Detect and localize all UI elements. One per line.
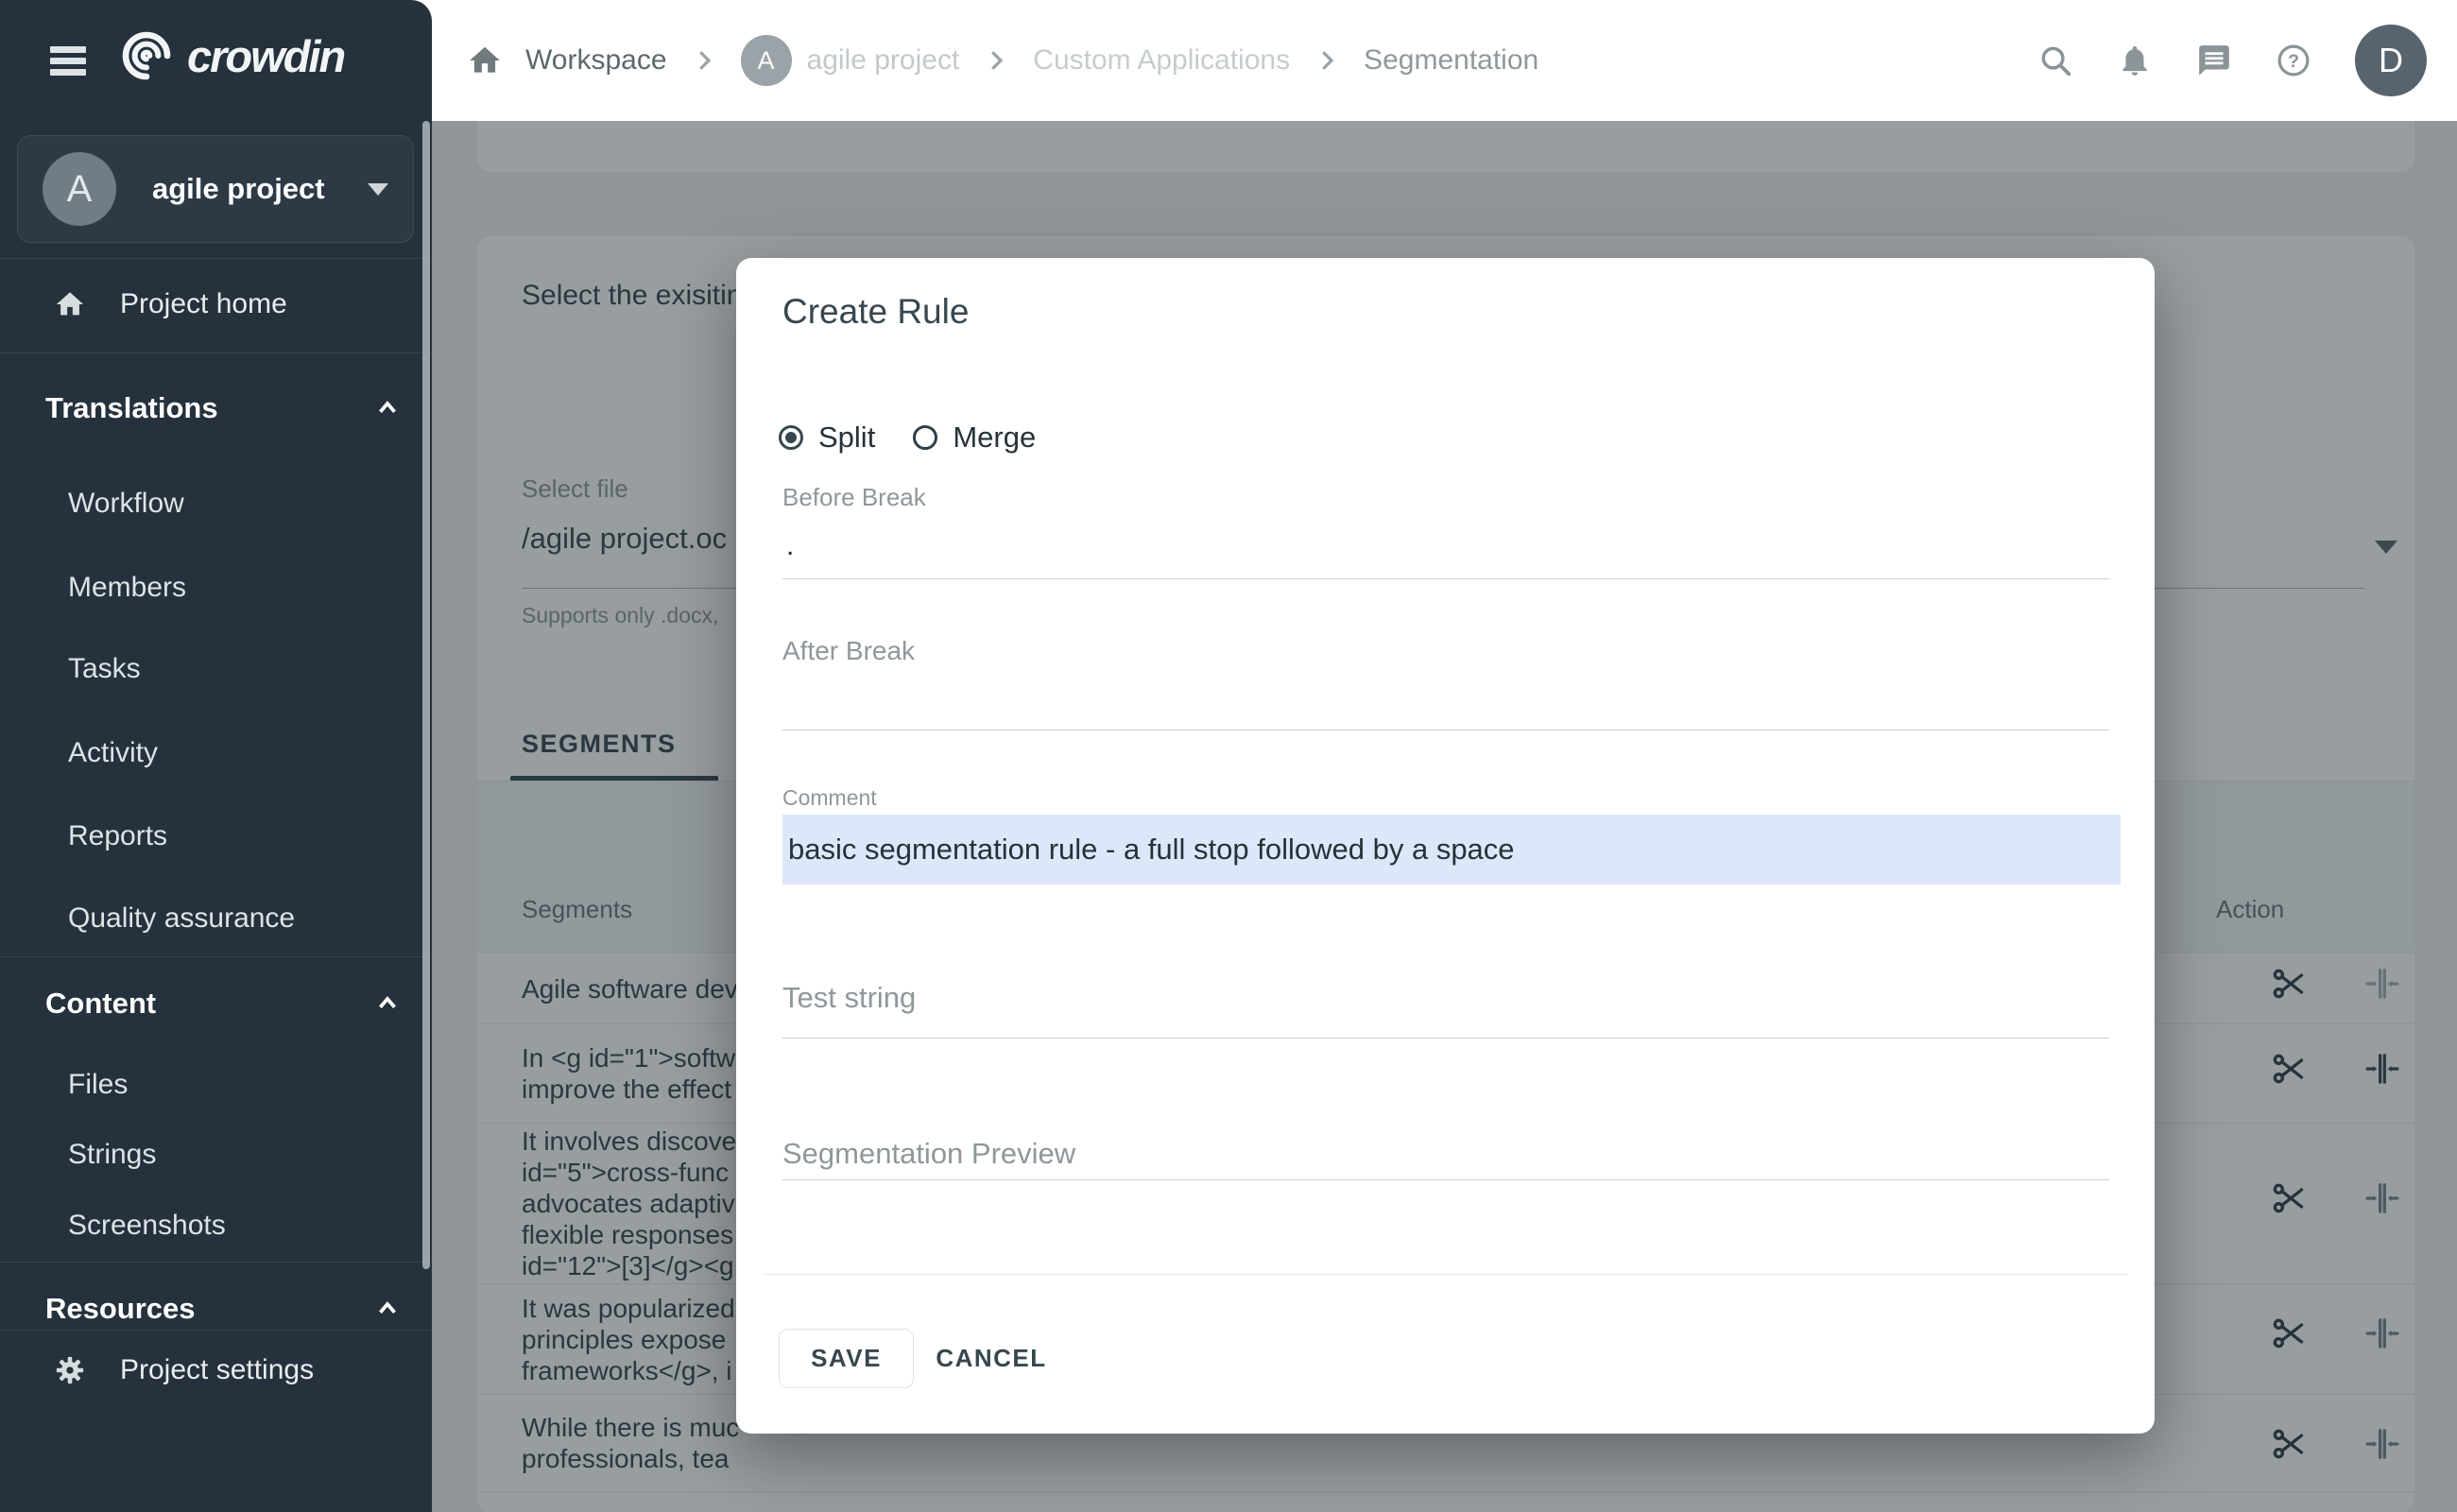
after-break-label: After Break — [782, 636, 916, 665]
chevron-right-icon — [1322, 51, 1334, 70]
help-icon[interactable]: ? — [2276, 43, 2311, 78]
chevron-right-icon — [991, 51, 1004, 70]
sidebar-item-label: Members — [68, 572, 187, 603]
sidebar-scrollbar[interactable] — [422, 121, 430, 1269]
project-avatar: A — [43, 152, 116, 226]
radio-merge[interactable] — [913, 425, 938, 450]
sidebar-item-label: Project settings — [120, 1354, 315, 1385]
sidebar-item-label: Activity — [68, 737, 159, 768]
sidebar-item-screenshots[interactable]: Screenshots — [0, 1207, 432, 1245]
chevron-up-icon — [379, 1301, 396, 1314]
sidebar-item-quality-assurance[interactable]: Quality assurance — [0, 900, 432, 937]
crowdin-logo[interactable]: crowdin — [115, 25, 346, 87]
sidebar-item-label: Tasks — [68, 653, 141, 684]
sidebar-item-label: Project home — [120, 288, 287, 319]
create-rule-dialog: Create Rule Split Merge Before Break . A… — [736, 258, 2155, 1434]
sidebar-section-resources[interactable]: Resources — [0, 1290, 432, 1328]
rule-type-radio-group: Split Merge — [779, 419, 1036, 456]
chat-icon[interactable] — [2196, 43, 2232, 78]
breadcrumb-workspace[interactable]: Workspace — [525, 44, 667, 77]
crowdin-wordmark: crowdin — [187, 30, 346, 81]
sidebar-item-label: Reports — [68, 820, 168, 851]
sidebar-item-label: Strings — [68, 1139, 157, 1170]
before-break-underline — [782, 578, 2109, 579]
radio-merge-label[interactable]: Merge — [953, 421, 1036, 455]
chevron-up-icon — [379, 996, 396, 1008]
notifications-bell-icon[interactable] — [2117, 43, 2153, 78]
breadcrumb-project[interactable]: A agile project — [740, 35, 960, 86]
user-avatar[interactable]: D — [2355, 25, 2427, 96]
sidebar-section-translations[interactable]: Translations — [0, 389, 432, 427]
section-label: Translations — [45, 391, 218, 424]
crowdin-swirl-icon — [122, 31, 171, 80]
sidebar-item-project-settings[interactable]: Project settings — [0, 1342, 432, 1399]
sidebar-item-label: Workflow — [68, 488, 184, 519]
sidebar-item-files[interactable]: Files — [0, 1066, 432, 1104]
breadcrumb: Workspace A agile project Custom Applica… — [467, 0, 1538, 121]
section-label: Content — [45, 987, 157, 1020]
menu-hamburger-icon[interactable] — [50, 46, 86, 76]
sidebar-item-members[interactable]: Members — [0, 569, 432, 607]
sidebar-item-project-home[interactable]: Project home — [0, 276, 432, 333]
project-name: agile project — [152, 172, 325, 205]
search-icon[interactable] — [2037, 43, 2073, 78]
dialog-title: Create Rule — [782, 292, 970, 331]
test-string-underline — [782, 1038, 2109, 1039]
sidebar-section-content[interactable]: Content — [0, 985, 432, 1022]
home-icon[interactable] — [467, 43, 503, 78]
sidebar-item-strings[interactable]: Strings — [0, 1136, 432, 1174]
breadcrumb-project-label: agile project — [806, 44, 960, 76]
radio-split-label[interactable]: Split — [818, 421, 875, 455]
top-actions: ? D — [2037, 0, 2427, 121]
chevron-right-icon — [698, 51, 711, 70]
home-icon — [56, 292, 84, 316]
sidebar-header: crowdin — [0, 0, 432, 121]
breadcrumb-custom-applications[interactable]: Custom Applications — [1033, 44, 1290, 77]
before-break-label: Before Break — [782, 483, 926, 511]
svg-text:?: ? — [2288, 51, 2299, 72]
before-break-input[interactable]: . — [786, 530, 794, 562]
test-string-label: Test string — [782, 981, 917, 1014]
comment-input[interactable]: basic segmentation rule - a full stop fo… — [782, 815, 2121, 885]
top-bar: crowdin Workspace A agile project Custom… — [0, 0, 2457, 121]
sidebar-item-workflow[interactable]: Workflow — [0, 485, 432, 523]
caret-down-icon — [368, 182, 388, 196]
gear-icon — [56, 1356, 84, 1384]
app-window: Select the exisiting Select file /agile … — [0, 0, 2457, 1512]
sidebar-item-label: Screenshots — [68, 1210, 226, 1241]
sidebar-item-label: Files — [68, 1069, 129, 1100]
preview-area-divider — [763, 1274, 2128, 1275]
section-label: Resources — [45, 1292, 196, 1325]
sidebar-item-tasks[interactable]: Tasks — [0, 650, 432, 688]
comment-label: Comment — [782, 785, 877, 810]
project-switcher[interactable]: A agile project — [17, 135, 414, 243]
breadcrumb-segmentation: Segmentation — [1364, 44, 1539, 76]
segmentation-preview-label: Segmentation Preview — [782, 1137, 1076, 1170]
sidebar-item-activity[interactable]: Activity — [0, 734, 432, 772]
project-avatar: A — [740, 35, 792, 86]
sidebar: A agile project Project home Translation… — [0, 121, 432, 1512]
sidebar-item-reports[interactable]: Reports — [0, 817, 432, 855]
comment-selected-text: basic segmentation rule - a full stop fo… — [788, 833, 1515, 866]
segmentation-preview-underline — [782, 1179, 2109, 1180]
radio-split[interactable] — [779, 425, 803, 450]
chevron-up-icon — [379, 401, 396, 413]
cancel-button[interactable]: CANCEL — [925, 1329, 1057, 1388]
sidebar-item-label: Quality assurance — [68, 902, 296, 934]
save-button[interactable]: SAVE — [779, 1329, 914, 1388]
